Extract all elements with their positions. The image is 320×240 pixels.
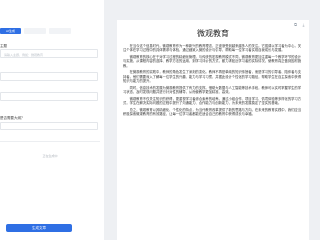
topic-input[interactable]: 请输入主题，例如：微观教育 <box>0 49 98 58</box>
paragraph: 微观教育不仅关注知识的获得，更重视学习者综合素养的培养。通过小组合作、项目学习、… <box>123 96 302 106</box>
copy-icon[interactable]: ⧉ <box>293 22 298 27</box>
topic-placeholder: 请输入主题，例如：微观教育 <box>4 53 44 57</box>
document-preview: ⧉ ⤓ 微观教育 在当今这个信息时代，微观教育作为一种新兴的教育理念，正逐渐受到… <box>117 20 309 240</box>
outline-select[interactable] <box>0 122 98 130</box>
field-three-input[interactable] <box>0 92 98 101</box>
document-body: 在当今这个信息时代，微观教育作为一种新兴的教育理念，正逐渐受到越来越多人的关注。… <box>123 44 303 224</box>
tab-third[interactable] <box>49 28 71 34</box>
tab-second[interactable] <box>24 28 46 34</box>
paragraph: 微观教育的核心在于对学习过程的精细化管理。与传统的宏观教育模式不同，微观教育更加… <box>123 55 302 68</box>
mode-tabs: AI生成 <box>0 28 104 36</box>
paragraph: 总之，微观教育以其精细化、个性化的特点，为当代教育改革提供了新的思路与方向。在未… <box>123 108 302 117</box>
generator-panel: AI生成 主题 请输入主题，例如：微观教育 是否需要大纲？ 正在生成中 生成文章 <box>0 0 104 240</box>
field-two-input[interactable] <box>0 72 98 81</box>
status-hint: 正在生成中 <box>42 154 58 158</box>
outline-label: 是否需要大纲？ <box>0 116 25 120</box>
divider <box>0 141 100 142</box>
document-title: 微观教育 <box>197 29 229 38</box>
paragraph: 同时，信息技术的发展为微观教育提供了有力的支撑。借助大数据与人工智能等技术手段，… <box>123 85 302 95</box>
generate-button[interactable]: 生成文章 <box>6 224 72 232</box>
paragraph: 在微观教育的实践中，教师的角色发生了深刻的变化。教师不再是单纯的知识传授者，而是… <box>123 70 302 84</box>
tab-ai-generate[interactable]: AI生成 <box>0 28 21 34</box>
paragraph: 在当今这个信息时代，微观教育作为一种新兴的教育理念，正逐渐受到越来越多人的关注。… <box>123 44 302 53</box>
download-icon[interactable]: ⤓ <box>301 22 306 27</box>
